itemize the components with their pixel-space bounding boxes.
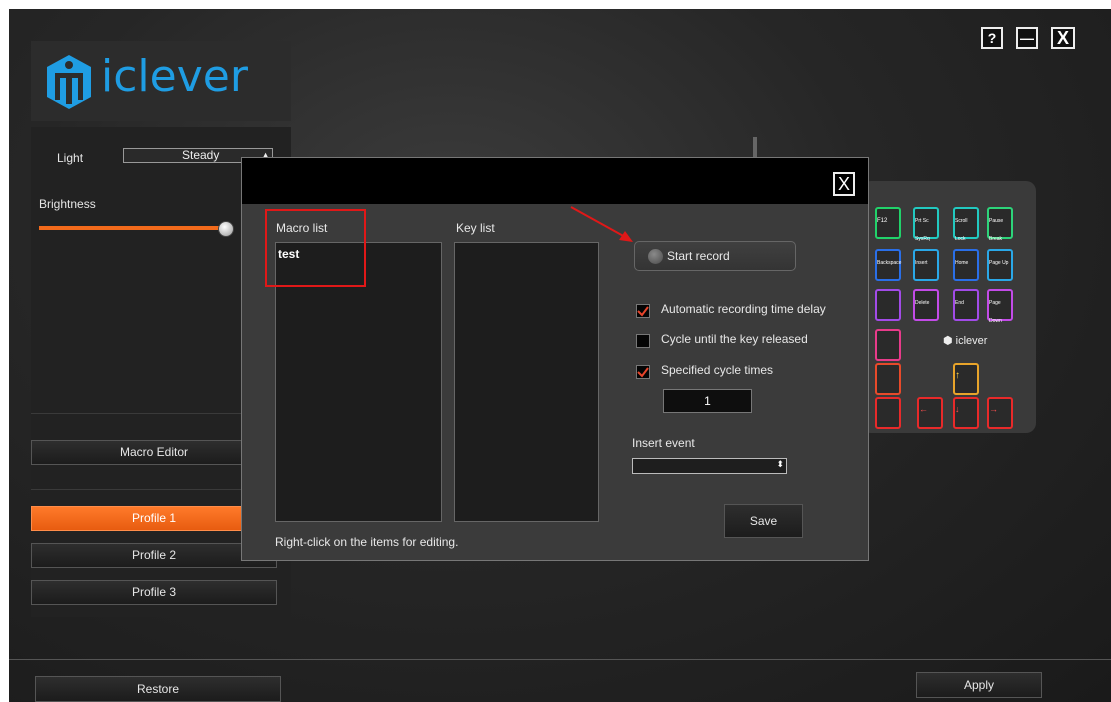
checkmark-icon <box>637 367 649 378</box>
iclever-small-icon: ⬢ <box>943 335 956 347</box>
start-record-label: Start record <box>667 249 730 263</box>
dropdown-arrows-icon: ⬍ <box>776 459 784 469</box>
keyboard-key: Backspace <box>875 249 901 281</box>
dialog-close-button[interactable]: X <box>833 172 855 196</box>
brightness-slider[interactable] <box>39 226 229 230</box>
keyboard-logo: ⬢ iclever <box>943 335 988 347</box>
specified-cycle-checkbox[interactable] <box>636 365 650 379</box>
profile-3-button[interactable]: Profile 3 <box>31 580 277 605</box>
brand-logo: iclever <box>31 41 291 121</box>
specified-cycle-label: Specified cycle times <box>661 363 774 377</box>
brightness-slider-handle[interactable] <box>218 221 234 237</box>
iclever-logo-icon <box>47 55 91 109</box>
key-list[interactable] <box>454 242 599 522</box>
keyboard-key: Insert <box>913 249 939 281</box>
keyboard-key: ↑ <box>953 363 979 395</box>
close-button[interactable]: X <box>1051 27 1075 49</box>
keyboard-key: Prt Sc SysRq <box>913 207 939 242</box>
auto-delay-checkbox[interactable] <box>636 304 650 318</box>
start-record-button[interactable]: Start record <box>634 241 796 271</box>
cycle-until-release-checkbox[interactable] <box>636 334 650 348</box>
brand-name: iclever <box>101 51 248 102</box>
insert-event-select[interactable]: ⬍ <box>632 458 787 474</box>
brightness-label: Brightness <box>39 197 96 211</box>
cycle-until-release-label: Cycle until the key released <box>661 332 808 346</box>
save-button[interactable]: Save <box>724 504 803 538</box>
auto-delay-label: Automatic recording time delay <box>661 302 826 316</box>
macro-editor-dialog: X Macro list test Key list Start record … <box>241 157 869 561</box>
key-list-label: Key list <box>456 221 495 235</box>
apply-button[interactable]: Apply <box>916 672 1042 698</box>
keyboard-key: Delete <box>913 289 939 321</box>
keyboard-key: → <box>987 397 1013 429</box>
app-window: ? — X iclever Light Steady ▲ Brightness … <box>9 9 1111 702</box>
keyboard-key: Pause Break <box>987 207 1013 242</box>
keyboard-key <box>875 397 901 429</box>
keyboard-key: Home <box>953 249 979 281</box>
highlight-box <box>265 209 366 287</box>
keyboard-key <box>875 363 901 395</box>
record-indicator-icon <box>648 249 663 264</box>
keyboard-preview: F12 Prt Sc SysRq Scroll Lock Pause Break… <box>861 181 1036 433</box>
insert-event-label: Insert event <box>632 436 695 450</box>
keyboard-key: F12 <box>875 207 901 239</box>
keyboard-key: Page Down <box>987 289 1013 324</box>
arrow-annotation <box>570 206 633 242</box>
keyboard-key <box>875 289 901 321</box>
keyboard-key: Scroll Lock <box>953 207 979 242</box>
keyboard-key: ↓ <box>953 397 979 429</box>
checkmark-icon <box>637 306 649 317</box>
keyboard-key <box>875 329 901 361</box>
light-label: Light <box>57 151 84 165</box>
help-button[interactable]: ? <box>981 27 1003 49</box>
restore-button[interactable]: Restore <box>35 676 281 702</box>
keyboard-key: ← <box>917 397 943 429</box>
keyboard-key: Page Up <box>987 249 1013 281</box>
editing-hint: Right-click on the items for editing. <box>275 535 459 549</box>
light-mode-value: Steady <box>182 148 220 162</box>
footer-divider <box>9 659 1111 660</box>
dialog-title-bar <box>242 158 868 204</box>
cycle-times-input[interactable]: 1 <box>663 389 752 413</box>
keyboard-key: End <box>953 289 979 321</box>
minimize-button[interactable]: — <box>1016 27 1038 49</box>
